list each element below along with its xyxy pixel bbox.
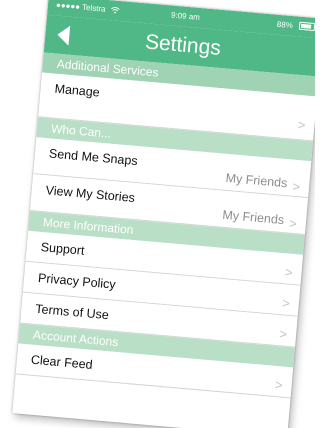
view-my-stories-label: View My Stories [45, 183, 136, 206]
chevron-right-icon: > [281, 295, 291, 311]
chevron-right-icon: > [274, 377, 284, 393]
screenshot-stage: ●●●●● Telstra 9:09 am 88% Settings Addit… [0, 0, 315, 428]
chevron-right-icon: > [291, 178, 301, 195]
view-my-stories-value: My Friends [221, 207, 285, 228]
chevron-right-icon: > [288, 215, 298, 232]
send-me-snaps-label: Send Me Snaps [48, 146, 139, 169]
manage-label: Manage [54, 81, 101, 100]
settings-list: Additional Services Manage > Who Can... … [15, 52, 315, 399]
chevron-right-icon: > [284, 264, 294, 281]
chevron-right-icon: > [278, 326, 288, 342]
privacy-policy-label: Privacy Policy [37, 270, 117, 292]
send-me-snaps-value: My Friends [225, 170, 288, 191]
phone-screen: ●●●●● Telstra 9:09 am 88% Settings Addit… [12, 0, 315, 428]
battery-icon [298, 21, 315, 32]
status-battery: 88% [276, 20, 315, 32]
clear-feed-label: Clear Feed [30, 352, 94, 372]
support-label: Support [40, 240, 86, 258]
terms-of-use-label: Terms of Use [34, 301, 110, 323]
chevron-right-icon: > [297, 116, 307, 133]
battery-percent: 88% [276, 19, 294, 31]
